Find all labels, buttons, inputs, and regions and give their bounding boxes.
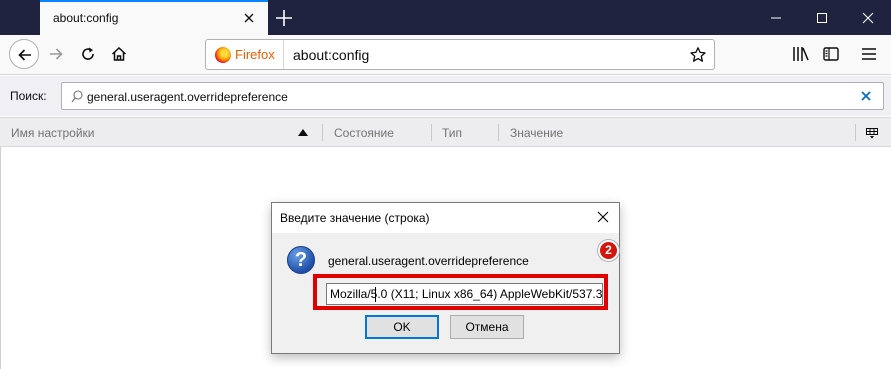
ok-button[interactable]: OK [365,315,439,339]
search-input[interactable]: general.useragent.overridepreference [61,82,884,110]
column-type[interactable]: Тип [442,126,462,140]
dialog-close-icon[interactable] [597,211,609,226]
cancel-button[interactable]: Отмена [450,315,524,339]
reload-icon[interactable] [73,39,103,69]
column-status[interactable]: Состояние [334,126,394,140]
dialog-title-bar: Введите значение (строка) [272,203,619,233]
column-divider[interactable] [322,124,323,141]
firefox-logo-icon [215,47,231,63]
question-icon: ? [287,246,315,274]
column-value[interactable]: Значение [510,126,563,140]
search-row: Поиск: general.useragent.overrideprefere… [0,76,891,116]
dialog-pref-name: general.useragent.overridepreference [328,254,529,268]
tab-title: about:config [53,11,119,25]
search-label: Поиск: [10,89,47,103]
identity-box[interactable]: Firefox [206,40,284,69]
column-divider[interactable] [855,124,856,141]
sidebar-icon[interactable] [822,45,840,66]
column-picker-icon[interactable] [866,127,878,142]
url-bar[interactable]: Firefox about:config [205,39,715,70]
step-number-badge: 2 [598,240,619,261]
clear-search-icon[interactable] [860,90,872,105]
search-value: general.useragent.overridepreference [87,90,288,104]
title-bar: about:config [0,0,891,35]
maximize-icon[interactable] [799,0,845,35]
column-divider[interactable] [498,124,499,141]
column-header-row: Имя настройки Состояние Тип Значение [0,117,891,147]
menu-icon[interactable] [860,45,878,66]
column-divider[interactable] [431,124,432,141]
tab-close-icon[interactable] [239,8,259,28]
dialog-title: Введите значение (строка) [280,211,430,225]
bookmark-star-icon[interactable] [689,46,707,67]
back-icon[interactable] [9,39,39,69]
sort-ascending-icon [298,129,308,136]
window-close-icon[interactable] [845,0,891,35]
home-icon[interactable] [104,39,134,69]
minimize-icon[interactable] [753,0,799,35]
search-icon [71,90,83,106]
tab-about-config[interactable]: about:config [40,0,268,35]
new-tab-icon[interactable] [271,5,297,31]
forward-icon[interactable] [41,39,71,69]
nav-bar: Firefox about:config [0,35,891,75]
identity-label: Firefox [235,47,275,62]
annotation-highlight-box [313,274,608,310]
library-icon[interactable] [792,45,810,66]
column-name[interactable]: Имя настройки [11,126,95,140]
url-text[interactable]: about:config [293,47,369,63]
